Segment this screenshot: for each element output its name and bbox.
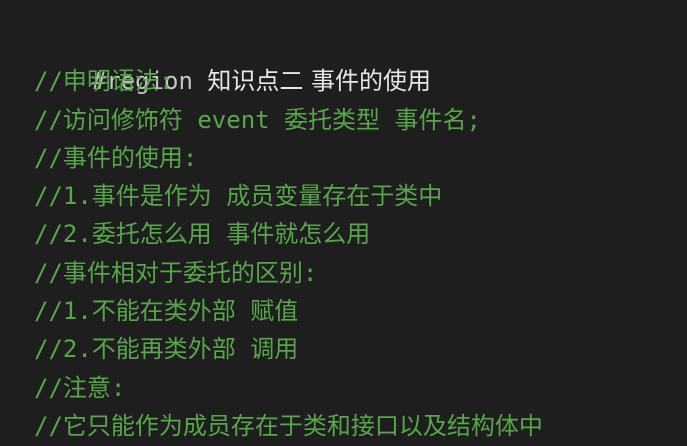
comment-line[interactable]: //1.不能在类外部 赋值 xyxy=(34,292,687,330)
region-name: 知识点二 事件的使用 xyxy=(207,67,432,96)
code-editor[interactable]: #region 知识点二 事件的使用 //申明语法: //访问修饰符 event… xyxy=(0,0,687,446)
comment-line[interactable]: //访问修饰符 event 委托类型 事件名; xyxy=(34,101,687,139)
comment-line[interactable]: //它只能作为成员存在于类和接口以及结构体中 xyxy=(34,407,687,445)
code-line-region[interactable]: #region 知识点二 事件的使用 xyxy=(34,24,687,95)
comment-line[interactable]: //2.不能再类外部 调用 xyxy=(34,330,687,368)
comment-line[interactable]: //事件相对于委托的区别: xyxy=(34,254,687,292)
comment-line[interactable]: //事件的使用: xyxy=(34,139,687,177)
comment-line[interactable]: //1.事件是作为 成员变量存在于类中 xyxy=(34,177,687,215)
comment-line[interactable]: //2.委托怎么用 事件就怎么用 xyxy=(34,215,687,253)
comment-line[interactable]: //注意: xyxy=(34,369,687,407)
